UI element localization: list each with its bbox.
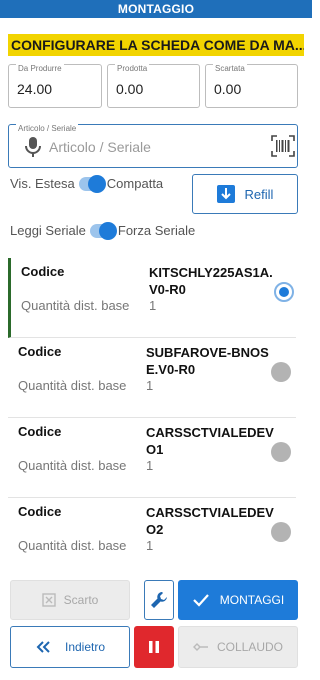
scrap-icon [41,593,56,607]
wrench-icon [151,592,167,608]
qty-base-label: Quantità dist. base [18,538,127,553]
code-value: CARSSCTVIALEDEVO1 [146,425,274,457]
montaggi-label: MONTAGGI [219,593,285,607]
row-radio[interactable] [271,442,291,462]
qty-to-produce-label: Da Produrre [16,64,64,73]
view-extended-label: Vis. Estesa [10,176,75,191]
code-label: Codice [18,504,62,519]
qty-base-label: Quantità dist. base [18,378,127,393]
refill-label: Refill [244,186,274,202]
list-item[interactable]: Codice SUBFAROVE-BNOSE.V0-R0 Quantità di… [8,338,296,418]
row-radio[interactable] [271,362,291,382]
force-serial-label: Forza Seriale [117,223,196,238]
code-value: SUBFAROVE-BNOSE.V0-R0 [146,345,269,377]
view-compact-label: Compatta [106,176,164,191]
qty-base-value: 1 [146,378,154,393]
qty-base-label: Quantità dist. base [18,458,127,473]
article-serial-label: Articolo / Seriale [16,124,79,133]
page-title: MONTAGGIO [0,0,312,18]
code-label: Codice [21,264,65,279]
view-mode-switch[interactable] [78,174,106,193]
code-label: Codice [18,424,62,439]
list-item[interactable]: Codice CARSSCTVIALEDEVO1 Quantità dist. … [8,418,296,498]
qty-produced-label: Prodotta [115,64,150,73]
collaudo-label: COLLAUDO [216,640,284,654]
qty-base-value: 1 [146,538,154,553]
article-serial-input[interactable]: Articolo / Seriale Articolo / Seriale [8,124,298,168]
qty-rejected-field[interactable]: Scartata 0.00 [205,64,298,108]
scarto-button[interactable]: Scarto [10,580,130,620]
refill-button[interactable]: Refill [192,174,298,214]
collaudo-button[interactable]: COLLAUDO [178,626,298,668]
serial-mode-switch[interactable] [89,221,117,240]
row-radio[interactable] [271,522,291,542]
qty-to-produce-field[interactable]: Da Produrre 24.00 [8,64,102,108]
qty-produced-field[interactable]: Prodotta 0.00 [107,64,200,108]
code-value: KITSCHLY225AS1A.V0-R0 [149,265,273,297]
qty-produced-value: 0.00 [116,81,144,97]
pause-icon [149,641,159,653]
download-arrow-icon [216,185,235,203]
view-mode-toggle[interactable]: Vis. Estesa Compatta [10,174,164,193]
list-item[interactable]: Codice CARSSCTVIALEDEVO2 Quantità dist. … [8,498,296,578]
list-item[interactable]: Codice KITSCHLY225AS1A.V0-R0 Quantità di… [8,258,296,338]
qty-base-label: Quantità dist. base [21,298,130,313]
qty-rejected-label: Scartata [213,64,247,73]
qty-base-value: 1 [149,298,157,313]
double-chevron-left-icon [36,641,50,653]
tools-button[interactable] [144,580,174,620]
serial-mode-toggle[interactable]: Leggi Seriale Forza Seriale [10,221,196,240]
microphone-icon[interactable] [23,136,43,158]
qty-rejected-value: 0.00 [214,81,242,97]
code-value: CARSSCTVIALEDEVO2 [146,505,274,537]
pause-button[interactable] [134,626,174,668]
indietro-button[interactable]: Indietro [10,626,130,668]
read-serial-label: Leggi Seriale [10,223,86,238]
qty-to-produce-value: 24.00 [17,81,53,97]
montaggi-button[interactable]: MONTAGGI [178,580,298,620]
article-serial-placeholder: Articolo / Seriale [49,139,151,155]
warning-banner: CONFIGURARE LA SCHEDA COME DA MA... [8,34,304,56]
check-icon [192,594,209,607]
barcode-scan-icon[interactable] [271,135,295,157]
test-icon [192,643,208,651]
row-radio-selected[interactable] [274,282,294,302]
code-label: Codice [18,344,62,359]
scarto-label: Scarto [63,593,99,607]
indietro-label: Indietro [64,640,106,654]
qty-base-value: 1 [146,458,154,473]
